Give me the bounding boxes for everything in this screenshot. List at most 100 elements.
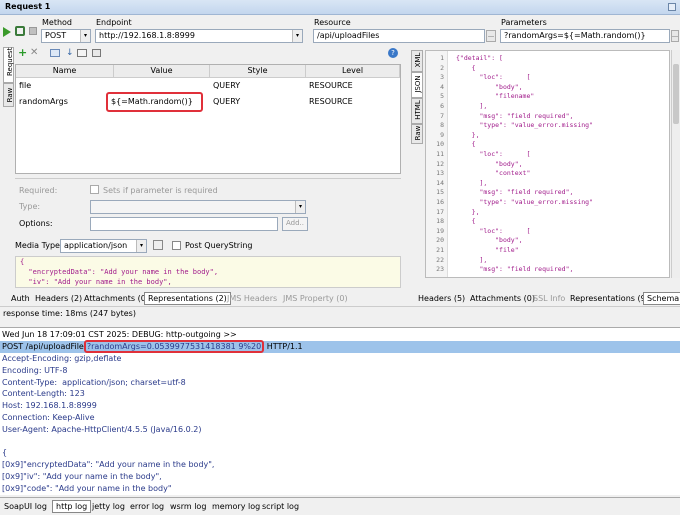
tab-representations[interactable]: Representations (2) [144, 292, 231, 305]
param-value-cell-highlighted[interactable]: ${=Math.random()} [106, 92, 203, 112]
line-number: 21 [436, 246, 444, 254]
tab-headers[interactable]: Headers (2) [35, 294, 82, 303]
col-header-value[interactable]: Value [114, 65, 210, 78]
tab-response-attachments[interactable]: Attachments (0) [470, 294, 535, 303]
type-select[interactable]: ▾ [90, 200, 306, 214]
tab-schema[interactable]: Schema ( [643, 292, 680, 305]
scrollbar-thumb[interactable] [673, 64, 679, 124]
line-number: 13 [436, 169, 444, 178]
param-name-cell[interactable]: randomArgs [16, 94, 114, 110]
col-header-style[interactable]: Style [210, 65, 306, 78]
tab-soapui-log[interactable]: SoapUI log [4, 502, 47, 511]
json-line: "type": "value_error.missing" [456, 198, 593, 206]
log-line: [0x9]"code": "Add your name in the body" [2, 483, 172, 493]
tab-xml-label: XML [414, 52, 422, 68]
post-querystring-checkbox[interactable] [172, 241, 181, 250]
tab-raw[interactable]: Raw [3, 83, 14, 107]
body-line: "encryptedData": "Add your name in the b… [20, 268, 219, 276]
tab-memory-log[interactable]: memory log [212, 502, 260, 511]
tab-wsrm-log[interactable]: wsrm log [170, 502, 206, 511]
log-request-pre: POST /api/uploadFile [2, 342, 84, 351]
method-select[interactable]: POST ▾ [41, 29, 91, 43]
resource-label: Resource [314, 18, 351, 27]
add-param-icon[interactable]: + [18, 47, 27, 58]
request-body-editor[interactable]: { "encryptedData": "Add your name in the… [15, 256, 401, 288]
log-line: Content-Length: 123 [2, 389, 85, 399]
tab-request-label: Request [6, 47, 14, 76]
options-input[interactable] [90, 217, 278, 231]
run-loop-icon[interactable] [15, 26, 25, 36]
param-name-cell[interactable]: file [16, 78, 114, 94]
tab-response-representations[interactable]: Representations (9) [570, 294, 649, 303]
clear-params-icon[interactable] [77, 49, 87, 57]
line-number: 2 [440, 63, 444, 72]
log-request-post: HTTP/1.1 [264, 342, 303, 351]
tab-response-headers[interactable]: Headers (5) [418, 294, 465, 303]
tab-json[interactable]: JSON [411, 72, 423, 98]
line-number: 23 [436, 265, 444, 274]
tab-request[interactable]: Request [3, 47, 14, 83]
response-scrollbar[interactable] [671, 50, 680, 278]
tab-xml[interactable]: XML [411, 50, 423, 72]
line-number: 4 [440, 82, 444, 91]
json-line: ], [456, 102, 488, 110]
tab-html-label: HTML [414, 100, 422, 120]
json-line: "body", [456, 236, 523, 245]
line-number: 20 [436, 236, 444, 245]
param-style-cell[interactable]: QUERY [210, 78, 306, 94]
move-down-icon[interactable]: ↓ [66, 48, 74, 58]
tab-auth[interactable]: Auth [11, 294, 30, 303]
endpoint-value: http://192.168.1.8:8999 [99, 31, 195, 40]
maximize-icon[interactable] [668, 3, 676, 11]
tab-jms-property[interactable]: JMS Property (0) [283, 294, 348, 303]
copy-params-icon[interactable] [50, 49, 60, 57]
tab-ssl-info[interactable]: SSL Info [533, 294, 565, 303]
stop-icon[interactable] [29, 27, 37, 35]
request-tabs: Auth Headers (2) Attachments (0) Represe… [0, 290, 410, 306]
json-line: { [456, 140, 476, 149]
parameters-more-button[interactable]: … [671, 30, 679, 42]
type-label: Type: [19, 202, 41, 211]
tab-jetty-log[interactable]: jetty log [92, 502, 125, 511]
play-button[interactable] [3, 27, 11, 37]
tab-response-raw-label: Raw [414, 125, 422, 141]
tab-http-log[interactable]: http log [52, 500, 92, 513]
line-number: 8 [440, 121, 444, 130]
tab-raw-label: Raw [6, 87, 14, 103]
response-json-viewer[interactable]: 1 {"detail": [2 {3 "loc": [4 "body", 5 "fi… [425, 50, 670, 278]
tab-jms-headers[interactable]: JMS Headers [227, 294, 277, 303]
media-type-edit-icon[interactable] [153, 240, 163, 250]
tab-response-raw[interactable]: Raw [411, 124, 423, 144]
line-number: 1 [440, 54, 444, 62]
json-line: }, [456, 207, 480, 216]
required-checkbox[interactable] [90, 185, 99, 194]
remove-param-icon[interactable]: ✕ [30, 48, 38, 58]
param-level-cell[interactable]: RESOURCE [306, 94, 400, 110]
endpoint-input[interactable]: http://192.168.1.8:8999 ▾ [95, 29, 303, 43]
tab-error-log[interactable]: error log [130, 502, 164, 511]
media-type-value: application/json [64, 241, 128, 250]
col-header-level[interactable]: Level [306, 65, 400, 78]
json-line: "msg": "field required", [456, 111, 574, 120]
line-number: 15 [436, 188, 444, 197]
tab-attachments[interactable]: Attachments (0) [84, 294, 149, 303]
resource-more-button[interactable]: … [486, 30, 496, 42]
log-header: Wed Jun 18 17:09:01 CST 2025: DEBUG: htt… [2, 330, 237, 339]
help-icon[interactable]: ? [388, 48, 398, 58]
param-level-cell[interactable]: RESOURCE [306, 78, 400, 94]
parameters-value: ?randomArgs=${=Math.random()} [504, 31, 646, 40]
tab-script-log[interactable]: script log [262, 502, 299, 511]
line-number: 18 [436, 217, 444, 226]
json-line: "body", [456, 159, 523, 168]
col-header-name[interactable]: Name [16, 65, 114, 78]
json-line: "msg": "field required", [456, 265, 574, 274]
parameters-input[interactable]: ?randomArgs=${=Math.random()} [500, 29, 670, 43]
add-option-button[interactable]: Add.. [282, 217, 308, 231]
media-type-select[interactable]: application/json ▾ [60, 239, 147, 253]
resource-input[interactable]: /api/uploadFiles [313, 29, 485, 43]
http-log-panel[interactable]: Wed Jun 18 17:09:01 CST 2025: DEBUG: htt… [0, 327, 680, 495]
revert-params-icon[interactable] [92, 49, 101, 57]
json-line: "file" [456, 246, 519, 254]
param-style-cell[interactable]: QUERY [210, 94, 306, 110]
resource-value: /api/uploadFiles [317, 31, 380, 40]
